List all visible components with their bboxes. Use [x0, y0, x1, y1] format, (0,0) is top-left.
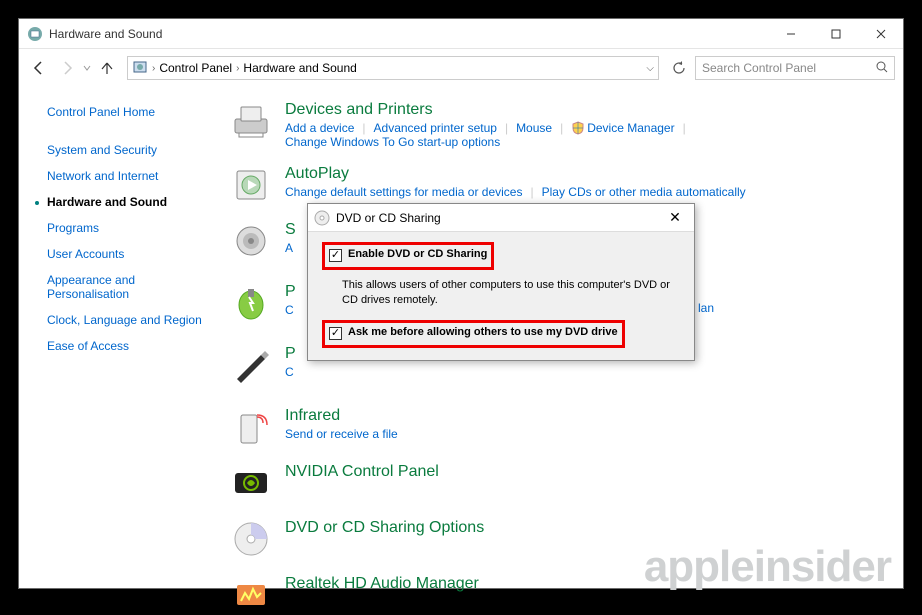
category-devices-printers: Devices and Printers Add a device| Advan… — [231, 101, 883, 149]
sidebar-item-system-security[interactable]: System and Security — [47, 143, 219, 157]
category-title[interactable]: Devices and Printers — [285, 101, 883, 119]
option-description: This allows users of other computers to … — [342, 278, 680, 308]
sidebar-item-appearance[interactable]: Appearance and Personalisation — [47, 273, 219, 301]
link-truncated[interactable]: A — [285, 241, 293, 255]
checkbox-label: Ask me before allowing others to use my … — [348, 326, 618, 338]
category-title[interactable]: NVIDIA Control Panel — [285, 463, 883, 481]
devices-printers-icon — [231, 101, 271, 141]
sidebar-item-hardware-sound[interactable]: Hardware and Sound — [47, 195, 219, 209]
disc-icon — [231, 519, 271, 559]
maximize-button[interactable] — [813, 19, 858, 48]
dialog-body: Enable DVD or CD Sharing This allows use… — [308, 232, 694, 366]
link-fragment[interactable]: lan — [698, 301, 714, 315]
link-advanced-printer[interactable]: Advanced printer setup — [374, 121, 497, 135]
dialog-close-button[interactable]: ✕ — [662, 209, 688, 226]
category-nvidia: NVIDIA Control Panel — [231, 463, 883, 503]
sidebar-item-clock-language[interactable]: Clock, Language and Region — [47, 313, 219, 327]
link-truncated[interactable]: C — [285, 303, 294, 317]
sound-icon — [231, 221, 271, 261]
close-button[interactable] — [858, 19, 903, 48]
nvidia-icon — [231, 463, 271, 503]
dialog-titlebar: DVD or CD Sharing ✕ — [308, 204, 694, 232]
control-panel-window: Hardware and Sound › Control Panel › Har… — [18, 18, 904, 589]
sidebar-item-home[interactable]: Control Panel Home — [47, 105, 219, 119]
checkbox-label: Enable DVD or CD Sharing — [348, 248, 487, 260]
category-autoplay: AutoPlay Change default settings for med… — [231, 165, 883, 205]
address-icon — [132, 59, 148, 78]
realtek-icon — [231, 575, 271, 615]
link-default-settings-media[interactable]: Change default settings for media or dev… — [285, 185, 522, 199]
refresh-button[interactable] — [667, 56, 691, 80]
link-windows-to-go[interactable]: Change Windows To Go start-up options — [285, 135, 500, 149]
sidebar: Control Panel Home System and Security N… — [19, 87, 219, 588]
autoplay-icon — [231, 165, 271, 205]
link-device-manager[interactable]: Device Manager — [587, 121, 674, 135]
link-mouse[interactable]: Mouse — [516, 121, 552, 135]
search-input[interactable]: Search Control Panel — [695, 56, 895, 80]
highlight-enable-sharing: Enable DVD or CD Sharing — [322, 242, 494, 270]
checkbox-ask-before[interactable] — [329, 327, 342, 340]
category-title[interactable]: DVD or CD Sharing Options — [285, 519, 883, 537]
shield-icon — [571, 121, 585, 135]
link-add-device[interactable]: Add a device — [285, 121, 354, 135]
category-title[interactable]: AutoPlay — [285, 165, 883, 183]
sidebar-item-network-internet[interactable]: Network and Internet — [47, 169, 219, 183]
link-truncated[interactable]: C — [285, 365, 294, 379]
chevron-right-icon: › — [236, 63, 239, 74]
breadcrumb-current[interactable]: Hardware and Sound — [243, 61, 356, 75]
back-button[interactable] — [27, 56, 51, 80]
sidebar-item-user-accounts[interactable]: User Accounts — [47, 247, 219, 261]
link-send-receive-file[interactable]: Send or receive a file — [285, 427, 398, 441]
navbar: › Control Panel › Hardware and Sound ⌵ S… — [19, 49, 903, 87]
window-title: Hardware and Sound — [49, 27, 162, 41]
infrared-icon — [231, 407, 271, 447]
category-infrared: Infrared Send or receive a file — [231, 407, 883, 447]
breadcrumb-root[interactable]: Control Panel — [159, 61, 232, 75]
hardware-sound-icon — [27, 26, 43, 42]
watermark-text: appleinsider — [644, 542, 891, 592]
pen-icon — [231, 345, 271, 385]
forward-button[interactable] — [55, 56, 79, 80]
link-play-cds-auto[interactable]: Play CDs or other media automatically — [542, 185, 746, 199]
address-dropdown-icon[interactable]: ⌵ — [646, 63, 654, 74]
search-icon — [876, 61, 888, 76]
history-dropdown[interactable] — [83, 59, 91, 77]
disc-icon — [314, 210, 330, 226]
chevron-right-icon: › — [152, 63, 155, 74]
minimize-button[interactable] — [768, 19, 813, 48]
checkbox-enable-sharing[interactable] — [329, 249, 342, 262]
category-title[interactable]: Infrared — [285, 407, 883, 425]
sidebar-item-ease-of-access[interactable]: Ease of Access — [47, 339, 219, 353]
power-icon — [231, 283, 271, 323]
search-placeholder: Search Control Panel — [702, 61, 816, 75]
sidebar-item-programs[interactable]: Programs — [47, 221, 219, 235]
dvd-cd-sharing-dialog: DVD or CD Sharing ✕ Enable DVD or CD Sha… — [307, 203, 695, 361]
highlight-ask-before: Ask me before allowing others to use my … — [322, 320, 625, 348]
address-bar[interactable]: › Control Panel › Hardware and Sound ⌵ — [127, 56, 659, 80]
up-button[interactable] — [95, 56, 119, 80]
titlebar: Hardware and Sound — [19, 19, 903, 49]
dialog-title: DVD or CD Sharing — [336, 211, 441, 225]
